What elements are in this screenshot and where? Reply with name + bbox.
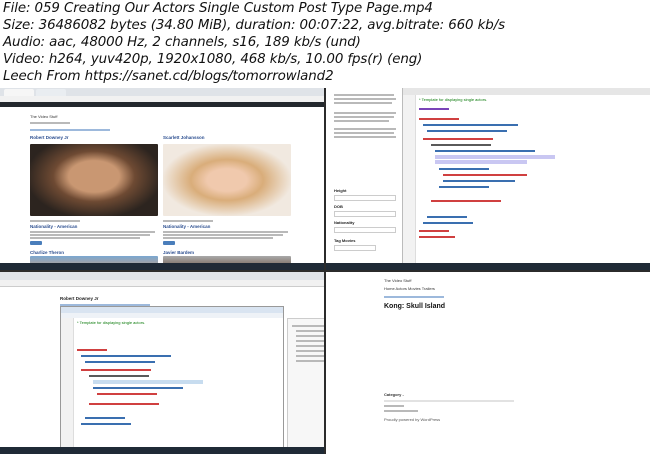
editor-selection: [435, 155, 555, 159]
actor-name-1: Robert Downey Jr: [30, 135, 69, 140]
height-label: Height: [334, 188, 347, 193]
file-info-header: File: 059 Creating Our Actors Single Cus…: [0, 0, 650, 86]
windows-taskbar-2: [326, 263, 650, 270]
read-more-button-2[interactable]: [163, 241, 175, 245]
tag-movies-field[interactable]: [334, 245, 376, 251]
category-label: Category -: [384, 392, 404, 397]
code-comment-2: * Template for displaying single actors.: [77, 320, 146, 325]
actor-photo-1: [30, 144, 158, 216]
video-info-line: Video: h264, yuv420p, 1920x1080, 468 kb/…: [3, 52, 423, 67]
tag-movies-label: Tag Movies: [334, 238, 356, 243]
actor-photo-2: [163, 144, 291, 216]
file-name-line: File: 059 Creating Our Actors Single Cus…: [3, 1, 433, 16]
browser-tabbar: [0, 88, 324, 96]
site-title: The Video Stuff: [384, 278, 412, 283]
dob-field[interactable]: [334, 211, 396, 217]
dob-label: DOB: [334, 204, 343, 209]
read-more-button-1[interactable]: [30, 241, 42, 245]
actor-name-2: Scarlett Johansson: [163, 135, 205, 140]
nationality-label: Nationality: [334, 220, 355, 225]
code-comment: * Template for displaying single actors.: [419, 97, 488, 102]
windows-taskbar: [0, 263, 324, 270]
page-heading: Robert Downey Jr: [60, 296, 99, 301]
audio-info-line: Audio: aac, 48000 Hz, 2 channels, s16, 1…: [3, 35, 361, 50]
source-line: Leech From https://sanet.cd/blogs/tomorr…: [3, 69, 334, 84]
height-field[interactable]: [334, 195, 396, 201]
post-title: Kong: Skull Island: [384, 303, 446, 310]
thumbnail-1: The Video Stuff Robert Downey Jr Scarlet…: [0, 88, 324, 270]
nationality-field[interactable]: [334, 227, 396, 233]
code-editor-window[interactable]: * Template for displaying single actors.: [60, 306, 324, 448]
file-tree-panel[interactable]: [287, 318, 324, 448]
actor-name-4: Javier Bardem: [163, 250, 195, 255]
actor-name-3: Charlize Theron: [30, 250, 65, 255]
footer-text: Proudly powered by WordPress: [384, 417, 441, 422]
nationality-label-1: Nationality - American: [30, 224, 78, 229]
thumbnail-2: Height DOB Nationality Tag Movies * Temp…: [326, 88, 650, 270]
thumbnail-3: Robert Downey Jr * Template for displayi…: [0, 272, 324, 454]
code-editor[interactable]: * Template for displaying single actors.: [402, 88, 650, 270]
wp-admin-bar: [0, 102, 324, 107]
site-nav[interactable]: Home Actors Movies Trailers: [384, 286, 435, 291]
nationality-label-2: Nationality - American: [163, 224, 211, 229]
thumbnail-4: The Video Stuff Home Actors Movies Trail…: [326, 272, 650, 454]
file-size-line: Size: 36486082 bytes (34.80 MiB), durati…: [3, 18, 505, 33]
